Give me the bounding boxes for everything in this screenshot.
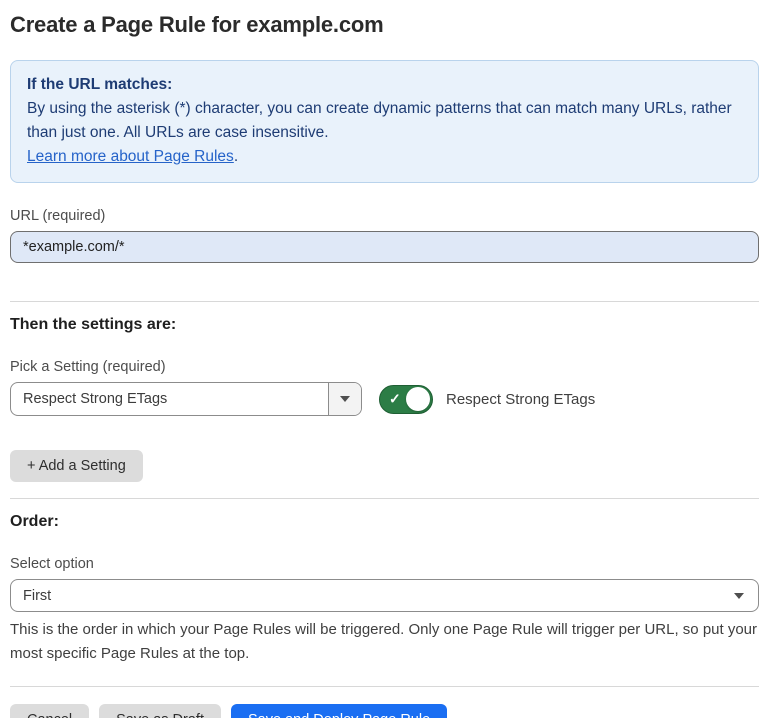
setting-select-value: Respect Strong ETags: [11, 391, 328, 407]
page-title: Create a Page Rule for example.com: [10, 12, 759, 38]
cancel-button[interactable]: Cancel: [10, 704, 89, 718]
save-and-deploy-button[interactable]: Save and Deploy Page Rule: [231, 704, 447, 718]
url-match-info-box: If the URL matches: By using the asteris…: [10, 60, 759, 183]
url-field-label: URL (required): [10, 208, 759, 224]
divider: [10, 301, 759, 302]
toggle-label: Respect Strong ETags: [446, 391, 595, 408]
chevron-down-icon: [340, 396, 350, 402]
order-help-text: This is the order in which your Page Rul…: [10, 618, 759, 666]
page-rule-form: Create a Page Rule for example.com If th…: [0, 0, 769, 718]
info-box-body: By using the asterisk (*) character, you…: [27, 97, 742, 145]
check-icon: ✓: [389, 392, 401, 406]
chevron-down-icon: [734, 593, 744, 599]
setting-select-arrow-segment[interactable]: [328, 383, 361, 415]
order-select-value: First: [11, 588, 734, 604]
info-box-heading: If the URL matches:: [27, 73, 742, 97]
settings-section-heading: Then the settings are:: [10, 316, 759, 334]
order-select-label: Select option: [10, 556, 759, 572]
info-box-link-line: Learn more about Page Rules.: [27, 145, 742, 169]
url-input[interactable]: [10, 231, 759, 263]
toggle-knob: [406, 387, 430, 411]
order-select[interactable]: First: [10, 579, 759, 612]
link-suffix: .: [234, 148, 238, 165]
add-setting-button[interactable]: + Add a Setting: [10, 450, 143, 482]
setting-row: Respect Strong ETags ✓ Respect Strong ET…: [10, 382, 759, 416]
learn-more-link[interactable]: Learn more about Page Rules: [27, 148, 234, 165]
divider: [10, 498, 759, 499]
setting-select[interactable]: Respect Strong ETags: [10, 382, 362, 416]
footer-actions: Cancel Save as Draft Save and Deploy Pag…: [10, 704, 759, 718]
order-section-heading: Order:: [10, 513, 759, 531]
order-select-arrow: [734, 593, 758, 599]
save-as-draft-button[interactable]: Save as Draft: [99, 704, 221, 718]
setting-toggle-group: ✓ Respect Strong ETags: [379, 385, 595, 414]
divider: [10, 686, 759, 687]
pick-setting-label: Pick a Setting (required): [10, 359, 759, 375]
respect-etags-toggle[interactable]: ✓: [379, 385, 433, 414]
